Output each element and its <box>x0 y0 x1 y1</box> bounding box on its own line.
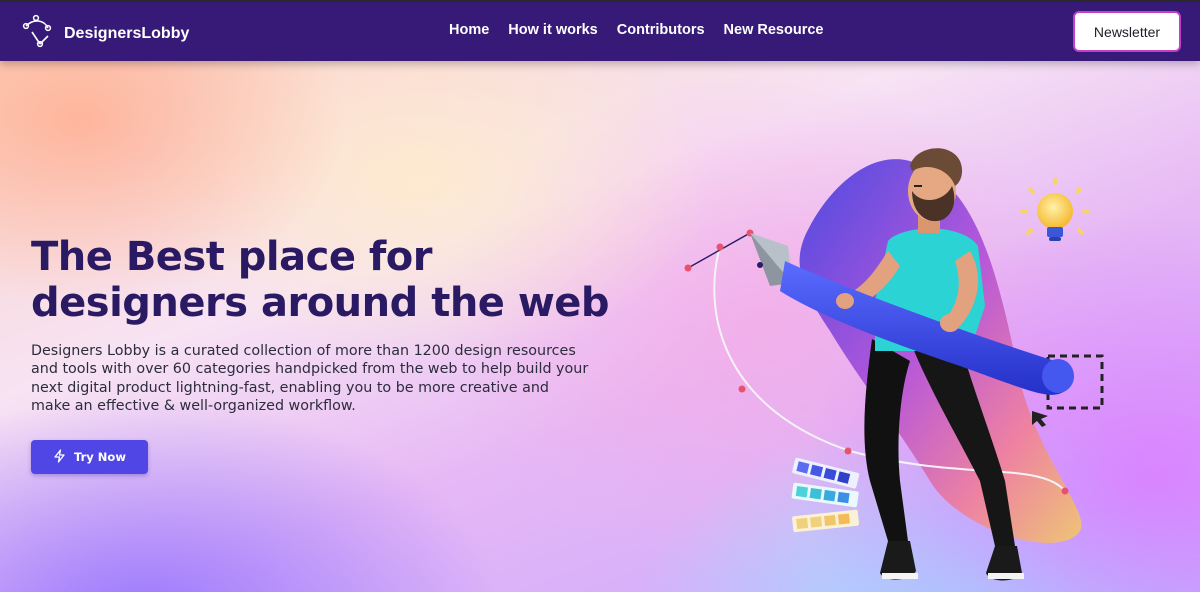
nav-link-home[interactable]: Home <box>449 22 489 38</box>
newsletter-button[interactable]: Newsletter <box>1073 11 1181 52</box>
nav-link-new-resource[interactable]: New Resource <box>724 22 824 38</box>
lightning-icon <box>53 448 66 466</box>
hero-section: The Best place for designers around the … <box>0 61 1200 592</box>
nav-link-contributors[interactable]: Contributors <box>617 22 705 38</box>
lightbulb-icon <box>1020 177 1090 241</box>
hero-title: The Best place for designers around the … <box>31 234 631 326</box>
brand-name: DesignersLobby <box>64 24 190 42</box>
main-nav: Home How it works Contributors New Resou… <box>449 22 823 38</box>
pen-tool-bezier-icon <box>22 14 55 53</box>
try-now-label: Try Now <box>74 450 126 464</box>
try-now-button[interactable]: Try Now <box>31 440 148 474</box>
hero-description: Designers Lobby is a curated collection … <box>31 343 589 414</box>
hero-title-line-1: The Best place for <box>31 234 433 280</box>
top-navbar: DesignersLobby Home How it works Contrib… <box>0 0 1200 61</box>
brand-logo-link[interactable]: DesignersLobby <box>22 14 189 53</box>
designer-with-pen-tool-illustration <box>684 148 1104 581</box>
bezier-handle-point <box>684 264 692 272</box>
hero-title-line-2: designers around the web <box>31 280 610 326</box>
nav-link-how-it-works[interactable]: How it works <box>508 22 597 38</box>
color-swatches-icon <box>791 457 860 533</box>
